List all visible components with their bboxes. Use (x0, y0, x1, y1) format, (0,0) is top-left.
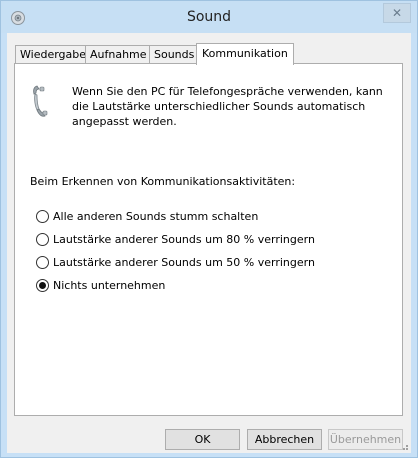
kommunikation-tab-panel: Wenn Sie den PC für Telefongespräche ver… (14, 63, 403, 416)
close-button[interactable]: ✕ (383, 3, 411, 23)
communication-info-text: Wenn Sie den PC für Telefongespräche ver… (72, 85, 383, 128)
dialog-client-area: Wiedergabe Aufnahme Sounds Kommunikation… (7, 33, 411, 453)
radio-button[interactable] (36, 232, 49, 246)
option-mute-all[interactable]: Alle anderen Sounds stumm schalten (36, 208, 258, 224)
tab-sounds[interactable]: Sounds (149, 45, 200, 64)
option-label[interactable]: Lautstärke anderer Sounds um 50 % verrin… (53, 256, 315, 269)
option-reduce-50[interactable]: Lautstärke anderer Sounds um 50 % verrin… (36, 254, 315, 270)
radio-button[interactable] (36, 255, 49, 269)
cancel-button[interactable]: Abbrechen (247, 429, 322, 450)
option-label[interactable]: Alle anderen Sounds stumm schalten (53, 210, 258, 223)
title-bar[interactable]: Sound ✕ (1, 1, 417, 33)
tab-kommunikation[interactable]: Kommunikation (196, 43, 294, 65)
section-label: Beim Erkennen von Kommunikationsaktivitä… (30, 175, 296, 188)
apply-button[interactable]: Übernehmen (328, 429, 403, 450)
close-icon: ✕ (391, 6, 403, 20)
ok-button[interactable]: OK (165, 429, 240, 450)
tab-aufnahme[interactable]: Aufnahme (85, 45, 152, 64)
radio-button[interactable] (36, 209, 49, 223)
option-reduce-80[interactable]: Lautstärke anderer Sounds um 80 % verrin… (36, 231, 315, 247)
option-label[interactable]: Lautstärke anderer Sounds um 80 % verrin… (53, 233, 315, 246)
resize-grip-icon[interactable] (399, 441, 409, 451)
tab-wiedergabe[interactable]: Wiedergabe (15, 45, 92, 64)
option-label[interactable]: Nichts unternehmen (53, 279, 165, 292)
sound-dialog-window: Sound ✕ Wiedergabe Aufnahme Sounds Kommu… (0, 0, 418, 458)
telephone-handset-icon (33, 85, 48, 117)
window-title: Sound (186, 9, 232, 25)
option-do-nothing[interactable]: Nichts unternehmen (36, 277, 165, 293)
radio-button-selected[interactable] (36, 278, 49, 292)
